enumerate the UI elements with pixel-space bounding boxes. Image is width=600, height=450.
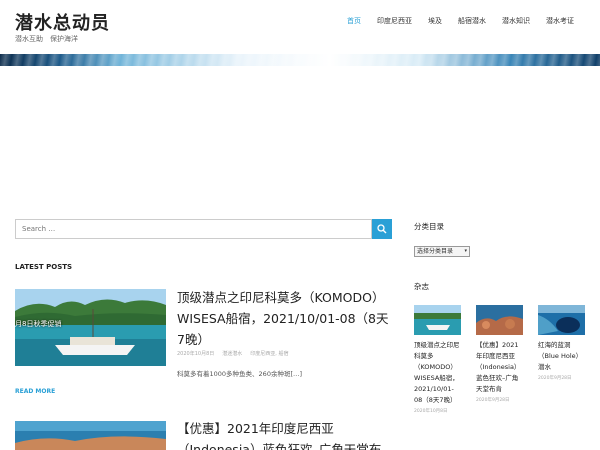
nav-item-liveaboard[interactable]: 船宿潜水 bbox=[450, 16, 494, 26]
latest-posts-heading: LATEST POSTS bbox=[15, 263, 73, 271]
nav-item-home[interactable]: 首页 bbox=[339, 16, 369, 26]
categories-widget-title: 分类目录 bbox=[414, 222, 444, 231]
post-title-2[interactable]: 【优惠】2021年印度尼西亚（Indonesia）蓝色狂欢–广角天堂布 bbox=[177, 418, 392, 450]
category-select-value: 选择分类目录 bbox=[417, 248, 454, 255]
nav-item-indonesia[interactable]: 印度尼西亚 bbox=[369, 16, 420, 26]
post-thumbnail-reef[interactable] bbox=[15, 421, 166, 450]
site-title[interactable]: 潜水总动员 bbox=[15, 9, 110, 35]
search-button[interactable] bbox=[372, 219, 392, 239]
nav-item-egypt[interactable]: 埃及 bbox=[420, 16, 450, 26]
post-date[interactable]: 2020年10月8日 bbox=[177, 350, 214, 357]
magazine-thumbnail[interactable] bbox=[414, 305, 461, 335]
post-author[interactable]: 潜迷潜水 bbox=[222, 350, 242, 357]
site-header: 潜水总动员 潜水互助 保护海洋 首页 印度尼西亚 埃及 船宿潜水 潜水知识 潜水… bbox=[0, 0, 600, 54]
search-icon bbox=[377, 224, 387, 234]
magazine-item-date[interactable]: 2020年9月28日 bbox=[538, 375, 585, 381]
magazine-item[interactable]: 顶级潜点之印尼科莫多（KOMODO）WISESA船宿，2021/10/01-08… bbox=[414, 305, 461, 414]
main-nav: 首页 印度尼西亚 埃及 船宿潜水 潜水知识 潜水考证 bbox=[339, 16, 582, 26]
search-input[interactable] bbox=[15, 219, 372, 239]
magazine-item[interactable]: 红海的蓝洞（Blue Hole）潜水 2020年9月28日 bbox=[538, 305, 585, 381]
search-form bbox=[15, 219, 392, 239]
chevron-down-icon: ▾ bbox=[464, 248, 467, 254]
magazine-thumbnail[interactable] bbox=[538, 305, 585, 335]
nav-item-certification[interactable]: 潜水考证 bbox=[538, 16, 582, 26]
magazine-item[interactable]: 【优惠】2021年印度尼西亚（Indonesia）蓝色狂欢–广角天堂布肯 202… bbox=[476, 305, 523, 403]
post-excerpt: 科莫多有着1000多种鱼类、260余种斑[…] bbox=[177, 370, 303, 378]
magazine-widget-title: 杂志 bbox=[414, 282, 429, 291]
post-meta: 2020年10月8日 潜迷潜水 印度尼西亚, 船宿 bbox=[177, 350, 288, 357]
magazine-thumbnail[interactable] bbox=[476, 305, 523, 335]
banner-wave-texture bbox=[0, 54, 600, 66]
read-more-link[interactable]: READ MORE bbox=[15, 388, 55, 395]
thumbnail-promo-overlay: 月8日秋季促销 bbox=[15, 320, 62, 328]
category-select[interactable]: 选择分类目录 ▾ bbox=[414, 246, 470, 257]
post-categories[interactable]: 印度尼西亚, 船宿 bbox=[250, 350, 288, 357]
magazine-item-date[interactable]: 2020年9月28日 bbox=[476, 397, 523, 403]
magazine-item-date[interactable]: 2020年10月8日 bbox=[414, 408, 461, 414]
post-title[interactable]: 顶级潜点之印尼科莫多（KOMODO）WISESA船宿，2021/10/01-08… bbox=[177, 287, 392, 350]
post-thumbnail-komodo[interactable]: 月8日秋季促销 bbox=[15, 289, 166, 366]
magazine-item-title[interactable]: 红海的蓝洞（Blue Hole）潜水 bbox=[538, 340, 585, 373]
magazine-item-title[interactable]: 【优惠】2021年印度尼西亚（Indonesia）蓝色狂欢–广角天堂布肯 bbox=[476, 340, 523, 395]
site-description: 潜水互助 保护海洋 bbox=[15, 35, 78, 43]
magazine-item-title[interactable]: 顶级潜点之印尼科莫多（KOMODO）WISESA船宿，2021/10/01-08… bbox=[414, 340, 461, 406]
nav-item-diving-knowledge[interactable]: 潜水知识 bbox=[494, 16, 538, 26]
